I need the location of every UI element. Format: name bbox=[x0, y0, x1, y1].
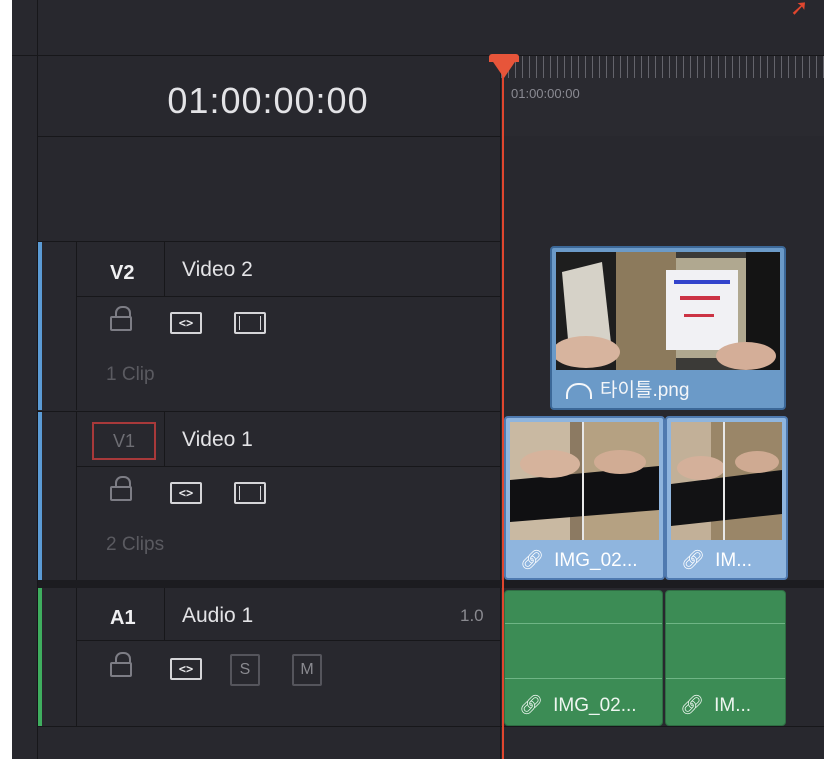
v1-top-border bbox=[38, 411, 501, 412]
v1-side-divider bbox=[76, 412, 77, 580]
thumbnail-image bbox=[556, 252, 780, 370]
a1-side-divider bbox=[76, 588, 77, 726]
header-divider bbox=[500, 56, 501, 759]
timeline-ruler[interactable]: 01:00:00:00 bbox=[501, 56, 824, 136]
audio-label-divider bbox=[505, 678, 662, 679]
v1-row-divider bbox=[76, 466, 501, 467]
v2-side-divider bbox=[76, 242, 77, 410]
v2-title-clip-name: 타이틀.png bbox=[600, 380, 690, 401]
a1-clip-2[interactable]: 🔗︎ IM... bbox=[665, 590, 786, 726]
lock-icon[interactable] bbox=[110, 306, 134, 332]
link-icon: 🔗︎ bbox=[519, 695, 544, 716]
ruler-ticks bbox=[501, 56, 824, 78]
link-icon: 🔗︎ bbox=[680, 695, 705, 716]
v1-clip-2[interactable]: 🔗︎ IM... bbox=[665, 416, 788, 580]
v2-top-border bbox=[38, 241, 501, 242]
a1-volume: 1.0 bbox=[460, 606, 484, 625]
lock-icon[interactable] bbox=[110, 652, 134, 678]
audio-label-divider bbox=[666, 678, 785, 679]
thumbnail-image bbox=[671, 422, 782, 540]
link-icon: 🔗︎ bbox=[681, 550, 706, 571]
a1-track-name[interactable]: Audio 1 bbox=[182, 604, 253, 628]
ruler-timecode: 01:00:00:00 bbox=[511, 86, 580, 101]
clip-label: 🔗︎ IM... bbox=[681, 548, 752, 572]
v2-clip-count: 1 Clip bbox=[106, 364, 155, 385]
auto-select-icon[interactable]: <> bbox=[170, 658, 202, 680]
a1-track-id: A1 bbox=[110, 607, 136, 629]
clip-thumbnail bbox=[671, 422, 782, 540]
audio-waveform-baseline bbox=[505, 623, 662, 624]
cursor-arrow-icon: ➚ bbox=[790, 0, 809, 20]
auto-select-icon[interactable]: <> bbox=[170, 482, 202, 504]
auto-select-icon[interactable]: <> bbox=[170, 312, 202, 334]
v1-track-name[interactable]: Video 1 bbox=[182, 428, 253, 452]
timecode-display[interactable]: 01:00:00:00 bbox=[38, 72, 498, 130]
a1-track-color-bar bbox=[38, 588, 42, 726]
timecode-divider bbox=[38, 136, 501, 137]
v2-track-color-bar bbox=[38, 242, 42, 410]
solo-button[interactable]: S bbox=[230, 654, 260, 686]
a1-clip-1-name: IMG_02... bbox=[553, 695, 637, 716]
playhead-line[interactable] bbox=[502, 62, 504, 759]
a1-clip-1[interactable]: 🔗︎ IMG_02... bbox=[504, 590, 663, 726]
a1-name-divider bbox=[164, 588, 165, 640]
v1-clip-1-name: IMG_02... bbox=[554, 550, 638, 571]
clip-label: 🔗︎ IMG_02... bbox=[519, 693, 637, 717]
v1-source-patch[interactable]: V1 bbox=[92, 422, 156, 460]
clip-label: 🔗︎ IMG_02... bbox=[520, 548, 638, 572]
speedometer-icon bbox=[566, 382, 592, 399]
v2-title-clip[interactable]: 타이틀.png bbox=[550, 246, 786, 410]
clip-label: 🔗︎ IM... bbox=[680, 693, 751, 717]
v1-clip-1[interactable]: 🔗︎ IMG_02... bbox=[504, 416, 665, 580]
a1-clip-2-name: IM... bbox=[714, 695, 752, 716]
track-enable-icon[interactable] bbox=[234, 482, 266, 504]
v2-name-divider bbox=[164, 242, 165, 296]
thumbnail-image bbox=[510, 422, 659, 540]
track-enable-icon[interactable] bbox=[234, 312, 266, 334]
lock-icon[interactable] bbox=[110, 476, 134, 502]
mute-button[interactable]: M bbox=[292, 654, 322, 686]
clip-thumbnail bbox=[510, 422, 659, 540]
v1-name-divider bbox=[164, 412, 165, 466]
v2-row-divider bbox=[76, 296, 501, 297]
a1-row-divider bbox=[76, 640, 501, 641]
clip-label: 타이틀.png bbox=[566, 375, 689, 402]
v2-track-id: V2 bbox=[110, 262, 135, 284]
v1-clip-count: 2 Clips bbox=[106, 534, 165, 555]
timeline-panel: ➚ 01:00:00:00 01:00:00:00 V2 Video 2 <> … bbox=[12, 0, 824, 759]
v2-track-name[interactable]: Video 2 bbox=[182, 258, 253, 282]
playhead-handle-icon[interactable] bbox=[489, 56, 519, 78]
a1-bottom-border bbox=[38, 726, 824, 727]
audio-waveform-baseline bbox=[666, 623, 785, 624]
clip-thumbnail bbox=[556, 252, 780, 370]
v1-clip-2-name: IM... bbox=[715, 550, 753, 571]
v1-track-color-bar bbox=[38, 412, 42, 580]
video-audio-separator bbox=[38, 580, 824, 588]
link-icon: 🔗︎ bbox=[520, 550, 545, 571]
